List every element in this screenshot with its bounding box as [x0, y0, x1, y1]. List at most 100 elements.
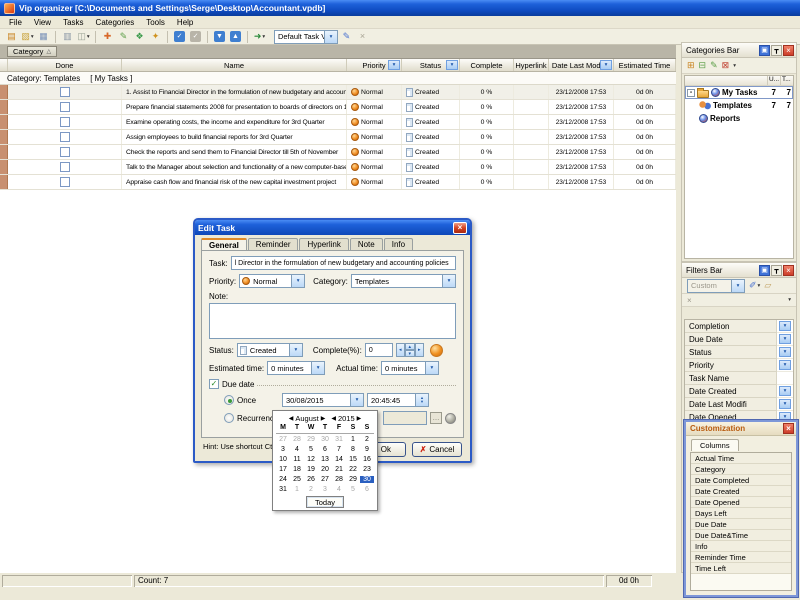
menu-tasks[interactable]: Tasks [57, 17, 89, 28]
calendar-day[interactable]: 6 [360, 486, 374, 493]
task-input[interactable]: l Director in the formulation of new bud… [231, 256, 456, 270]
column-header-estimated-time[interactable]: Estimated Time [614, 59, 676, 71]
column-header-status[interactable]: Status▾ [402, 59, 460, 71]
calendar-day[interactable]: 5 [304, 446, 318, 453]
chevron-down-icon[interactable]: ▾ [731, 280, 744, 292]
filter-row-task-name[interactable]: Task Name [685, 372, 793, 385]
menu-tools[interactable]: Tools [140, 17, 171, 28]
calendar-day[interactable]: 22 [346, 466, 360, 473]
calendar-day[interactable]: 17 [276, 466, 290, 473]
menu-categories[interactable]: Categories [90, 17, 141, 28]
pin-icon[interactable]: ┳ [771, 265, 782, 276]
actual-time-combo[interactable]: 0 minutes ▾ [381, 361, 439, 375]
tab-reminder[interactable]: Reminder [248, 238, 299, 250]
spin-right-icon[interactable]: ▸ [415, 343, 424, 357]
column-header-complete[interactable]: Complete [460, 59, 514, 71]
delete-view-button[interactable]: × [355, 30, 370, 44]
mark-complete-button[interactable]: ✓ [172, 30, 187, 44]
note-input[interactable] [209, 303, 456, 339]
calendar-day[interactable]: 11 [290, 456, 304, 463]
column-item-days-left[interactable]: Days Left [691, 508, 791, 519]
column-item-date-opened[interactable]: Date Opened [691, 497, 791, 508]
calendar-day[interactable]: 21 [332, 466, 346, 473]
time-spin-icons[interactable]: ▴▾ [415, 394, 428, 406]
filter-dropdown-icon[interactable]: ▾ [779, 321, 791, 331]
calendar-day[interactable]: 27 [276, 436, 290, 443]
calendar-day[interactable]: 18 [290, 466, 304, 473]
new-button[interactable]: ▤ [4, 30, 19, 44]
once-radio[interactable] [224, 395, 234, 405]
title-bar[interactable]: Vip organizer [C:\Documents and Settings… [0, 0, 800, 16]
filter-dropdown-icon[interactable]: ▾ [779, 334, 791, 344]
group-row[interactable]: Category: Templates [ My Tasks ] [0, 72, 676, 85]
column-item-time-left[interactable]: Time Left [691, 563, 791, 574]
complete-input[interactable]: 0 [365, 343, 393, 357]
calendar-day[interactable]: 4 [290, 446, 304, 453]
task-checkbox[interactable] [60, 87, 70, 97]
toolbar-overflow-icon[interactable]: ▾ [788, 297, 791, 303]
chevron-down-icon[interactable]: ▾ [291, 275, 304, 287]
calendar-day[interactable]: 10 [276, 456, 290, 463]
filter-row-priority[interactable]: Priority▾ [685, 359, 793, 372]
column-header-date-last-modified[interactable]: Date Last Modifie▾ [549, 59, 614, 71]
task-row[interactable]: Check the reports and send them to Finan… [0, 145, 676, 160]
menu-file[interactable]: File [3, 17, 28, 28]
priority-wheel-button[interactable] [430, 344, 443, 357]
close-icon[interactable]: × [783, 265, 794, 276]
status-combo[interactable]: Created ▾ [237, 343, 303, 357]
recurrence-radio[interactable] [224, 413, 234, 423]
save-button[interactable]: ▦ [36, 30, 51, 44]
calendar-day[interactable]: 29 [304, 436, 318, 443]
task-checkbox[interactable] [60, 147, 70, 157]
tab-info[interactable]: Info [384, 238, 413, 250]
close-icon[interactable]: × [453, 222, 467, 234]
calendar-day[interactable]: 7 [332, 446, 346, 453]
calendar-day[interactable]: 31 [332, 436, 346, 443]
calendar-day[interactable]: 28 [332, 476, 346, 483]
edit-view-button[interactable]: ✎ [339, 30, 354, 44]
chevron-down-icon[interactable]: ▾ [442, 275, 455, 287]
calendar-day[interactable]: 25 [290, 476, 304, 483]
customization-title-bar[interactable]: Customization × [686, 422, 796, 436]
calendar-day[interactable]: 3 [318, 486, 332, 493]
spin-left-icon[interactable]: ◂ [396, 343, 405, 357]
edit-task-button[interactable]: ✎ [116, 30, 131, 44]
task-row[interactable]: 1. Assist to Financial Director in the f… [0, 85, 676, 100]
next-year-icon[interactable]: ▶ [357, 415, 362, 422]
category-item-my-tasks[interactable]: -My Tasks77 [685, 86, 793, 99]
task-checkbox[interactable] [60, 177, 70, 187]
today-button[interactable]: Today [306, 496, 344, 508]
filter-dropdown-icon[interactable]: ▾ [779, 347, 791, 357]
filter-dropdown-icon[interactable]: ▾ [779, 360, 791, 370]
spin-down-icon[interactable]: ▾ [405, 350, 415, 357]
calendar-day[interactable]: 5 [346, 486, 360, 493]
calendar-day[interactable]: 15 [346, 456, 360, 463]
estimated-time-combo[interactable]: 0 minutes ▾ [267, 361, 325, 375]
task-checkbox[interactable] [60, 102, 70, 112]
task-row[interactable]: Talk to the Manager about selection and … [0, 160, 676, 175]
calendar-day[interactable]: 4 [332, 486, 346, 493]
column-item-due-date[interactable]: Due Date [691, 519, 791, 530]
move-down-button[interactable]: ▼ [212, 30, 227, 44]
filter-row-date-created[interactable]: Date Created▾ [685, 385, 793, 398]
task-row[interactable]: Examine operating costs, the income and … [0, 115, 676, 130]
calendar-day[interactable]: 27 [318, 476, 332, 483]
calendar-day[interactable]: 6 [318, 446, 332, 453]
duplicate-task-button[interactable]: ❖ [132, 30, 147, 44]
clear-filter-button[interactable]: ▱ [764, 280, 771, 291]
calendar-day-selected[interactable]: 30 [360, 476, 374, 483]
prev-month-icon[interactable]: ◀ [289, 415, 294, 422]
calendar-day[interactable]: 16 [360, 456, 374, 463]
calendar-day[interactable]: 2 [360, 436, 374, 443]
due-time-spinner[interactable]: 20:45:45 ▴▾ [367, 393, 429, 407]
mark-incomplete-button[interactable]: ✓ [188, 30, 203, 44]
attach-hyperlink-button[interactable]: ✦ [148, 30, 163, 44]
due-date-checkbox[interactable]: ✓ [209, 379, 219, 389]
calendar-day[interactable]: 8 [346, 446, 360, 453]
filter-dropdown-icon[interactable]: ▾ [779, 399, 791, 409]
task-view-combo[interactable]: Default Task V ▾ [274, 30, 338, 44]
calendar-day[interactable]: 23 [360, 466, 374, 473]
filter-dropdown-icon[interactable]: ▾ [600, 60, 612, 70]
chevron-down-icon[interactable]: ▾ [289, 344, 302, 356]
close-icon[interactable]: × [783, 45, 794, 56]
